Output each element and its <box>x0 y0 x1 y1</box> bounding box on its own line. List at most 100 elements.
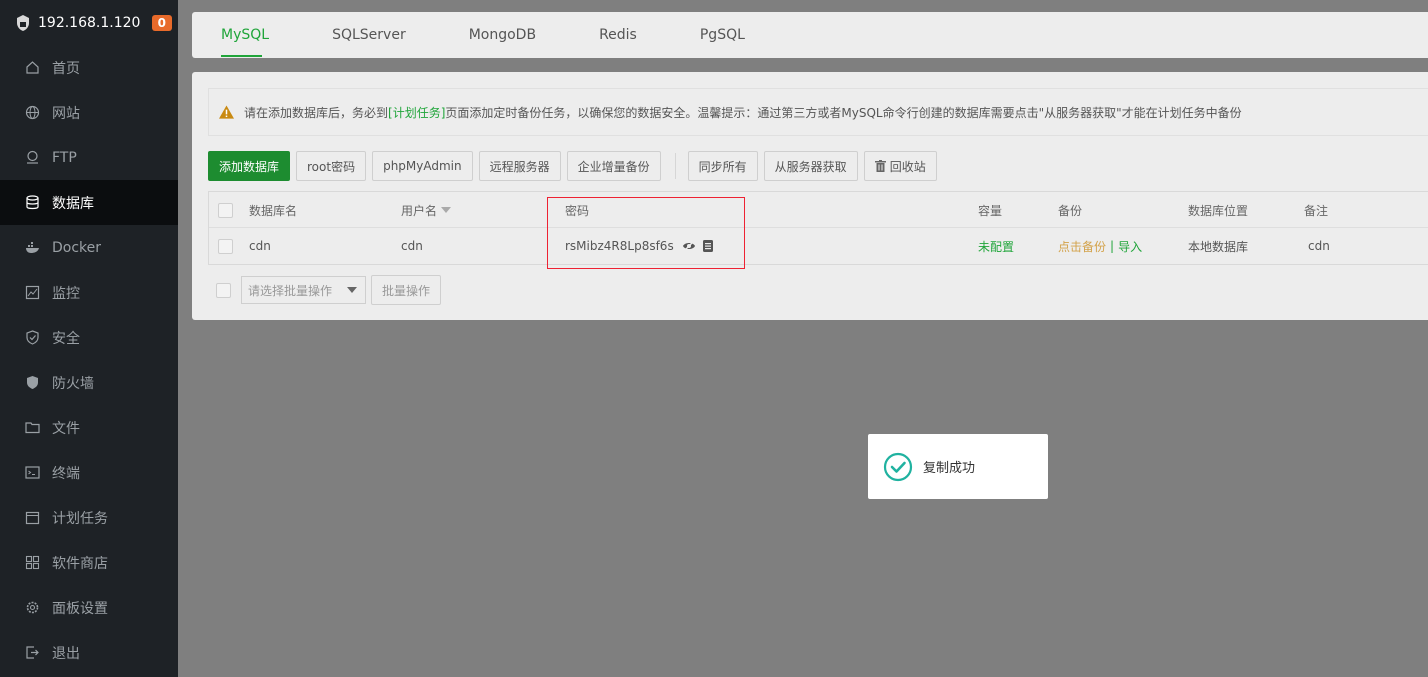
server-ip: 192.168.1.120 <box>38 14 141 31</box>
toast-message: 复制成功 <box>923 461 976 476</box>
tab-mongodb[interactable]: MongoDB <box>440 12 570 58</box>
sidebar-item-11[interactable]: 软件商店 <box>0 540 178 585</box>
calendar-icon <box>25 510 40 525</box>
recycle-bin-label: 回收站 <box>889 159 926 174</box>
notice-text-post: 页面添加定时备份任务，以确保您的数据安全。温馨提示：通过第三方或者MySQL命令… <box>445 105 1242 120</box>
root-password-button[interactable]: root密码 <box>296 151 367 181</box>
batch-operation-select[interactable]: 请选择批量操作 <box>241 276 366 304</box>
sidebar-item-13[interactable]: 退出 <box>0 630 178 675</box>
sync-all-button[interactable]: 同步所有 <box>687 151 758 181</box>
backup-separator: | <box>1110 239 1115 253</box>
db-tabs: MySQL SQLServer MongoDB Redis PgSQL <box>192 12 1428 58</box>
db-note-cell[interactable]: cdn <box>1308 228 1330 264</box>
capacity-status-link[interactable]: 未配置 <box>978 228 1014 264</box>
sidebar-item-7[interactable]: 防火墙 <box>0 360 178 405</box>
backup-cell: 点击备份 | 导入 <box>1058 228 1142 264</box>
shield-icon <box>25 330 40 345</box>
header-backup: 备份 <box>1058 203 1083 218</box>
chevron-down-icon <box>347 287 357 293</box>
server-header[interactable]: 192.168.1.120 0 <box>0 0 178 45</box>
toolbar-divider <box>674 153 676 179</box>
trash-icon <box>874 160 886 172</box>
header-location: 数据库位置 <box>1188 203 1249 218</box>
sidebar-item-8[interactable]: 文件 <box>0 405 178 450</box>
firewall-icon <box>25 375 40 390</box>
main-content: MySQL SQLServer MongoDB Redis PgSQL 请在添加… <box>178 0 1428 677</box>
header-username-label: 用户名 <box>401 203 438 218</box>
phpmyadmin-button[interactable]: phpMyAdmin <box>372 151 473 181</box>
tab-mysql[interactable]: MySQL <box>192 12 303 58</box>
db-user-cell: cdn <box>401 239 423 253</box>
monitor-icon <box>25 285 40 300</box>
click-backup-link[interactable]: 点击备份 <box>1058 238 1106 255</box>
cron-task-link[interactable]: [计划任务] <box>388 104 445 121</box>
sidebar-item-2[interactable]: FTP <box>0 135 178 180</box>
toolbar: 添加数据库 root密码 phpMyAdmin 远程服务器 企业增量备份 同步所… <box>208 151 943 181</box>
success-check-icon <box>883 452 913 481</box>
batch-select-checkbox[interactable] <box>216 282 231 298</box>
sidebar-item-4[interactable]: Docker <box>0 225 178 270</box>
sidebar-item-label: 安全 <box>52 330 80 347</box>
sidebar-item-10[interactable]: 计划任务 <box>0 495 178 540</box>
sidebar-item-label: 数据库 <box>52 195 94 212</box>
sidebar-item-label: 网站 <box>52 105 80 122</box>
database-table: 数据库名 用户名 密码 容量 备份 数据库位置 备注 cdn cdn rsMib… <box>208 191 1428 265</box>
sidebar-item-label: 防火墙 <box>52 375 94 392</box>
sidebar-item-label: 计划任务 <box>52 510 108 527</box>
copy-success-toast: 复制成功 <box>868 434 1048 499</box>
password-highlight-box <box>547 197 745 269</box>
header-db-name[interactable]: 数据库名 <box>249 192 297 228</box>
batch-bar: 请选择批量操作 批量操作 <box>216 275 447 305</box>
recycle-bin-button[interactable]: 回收站 <box>863 151 937 181</box>
sidebar-item-label: 首页 <box>52 60 80 77</box>
header-username[interactable]: 用户名 <box>401 192 452 228</box>
sidebar-item-label: 终端 <box>52 465 80 482</box>
ftp-icon <box>25 150 40 165</box>
sidebar: 192.168.1.120 0 首页网站 FTP 数据库 Docker 监控安全防火墙文… <box>0 0 178 677</box>
sidebar-item-label: Docker <box>52 239 102 256</box>
warning-icon <box>219 105 234 119</box>
db-name-cell: cdn <box>249 239 271 253</box>
fetch-from-server-button[interactable]: 从服务器获取 <box>763 151 858 181</box>
import-link[interactable]: 导入 <box>1118 238 1142 255</box>
sidebar-item-12[interactable]: 面板设置 <box>0 585 178 630</box>
apps-icon <box>25 555 40 570</box>
batch-select-placeholder: 请选择批量操作 <box>248 283 333 298</box>
sidebar-item-3[interactable]: 数据库 <box>0 180 178 225</box>
tab-redis[interactable]: Redis <box>570 12 671 58</box>
notice-text-pre: 请在添加数据库后，务必到 <box>244 105 389 120</box>
sidebar-item-0[interactable]: 首页 <box>0 45 178 90</box>
table-row: cdn cdn rsMibz4R8Lp8sf6s 未配置 点击备份 | 导入 本… <box>209 228 1428 264</box>
incremental-backup-button[interactable]: 企业增量备份 <box>566 151 661 181</box>
folder-icon <box>25 420 40 435</box>
sidebar-item-label: FTP <box>52 149 77 166</box>
batch-operation-button[interactable]: 批量操作 <box>371 275 442 305</box>
database-icon <box>25 195 40 210</box>
docker-icon <box>25 240 40 255</box>
add-database-button[interactable]: 添加数据库 <box>208 151 291 181</box>
tab-sqlserver[interactable]: SQLServer <box>303 12 440 58</box>
sidebar-item-label: 监控 <box>52 285 80 302</box>
sidebar-item-label: 文件 <box>52 420 80 437</box>
sidebar-item-9[interactable]: 终端 <box>0 450 178 495</box>
row-checkbox[interactable] <box>218 238 233 254</box>
panel-logo-icon <box>14 14 32 32</box>
database-panel: 请在添加数据库后，务必到 [计划任务] 页面添加定时备份任务，以确保您的数据安全… <box>192 72 1428 320</box>
header-note: 备注 <box>1304 203 1329 218</box>
notification-badge[interactable]: 0 <box>151 14 172 31</box>
logout-icon <box>25 645 40 660</box>
sidebar-item-label: 软件商店 <box>52 555 108 572</box>
table-header-row: 数据库名 用户名 密码 容量 备份 数据库位置 备注 <box>209 192 1428 228</box>
db-location-cell: 本地数据库 <box>1188 239 1249 254</box>
sidebar-item-label: 面板设置 <box>52 600 108 617</box>
sidebar-item-6[interactable]: 安全 <box>0 315 178 360</box>
terminal-icon <box>25 465 40 480</box>
select-all-checkbox[interactable] <box>218 202 233 218</box>
globe-icon <box>25 105 40 120</box>
remote-server-button[interactable]: 远程服务器 <box>478 151 561 181</box>
tab-pgsql[interactable]: PgSQL <box>671 12 779 58</box>
sidebar-item-1[interactable]: 网站 <box>0 90 178 135</box>
home-icon <box>25 60 40 75</box>
header-capacity: 容量 <box>978 203 1003 218</box>
sidebar-item-5[interactable]: 监控 <box>0 270 178 315</box>
